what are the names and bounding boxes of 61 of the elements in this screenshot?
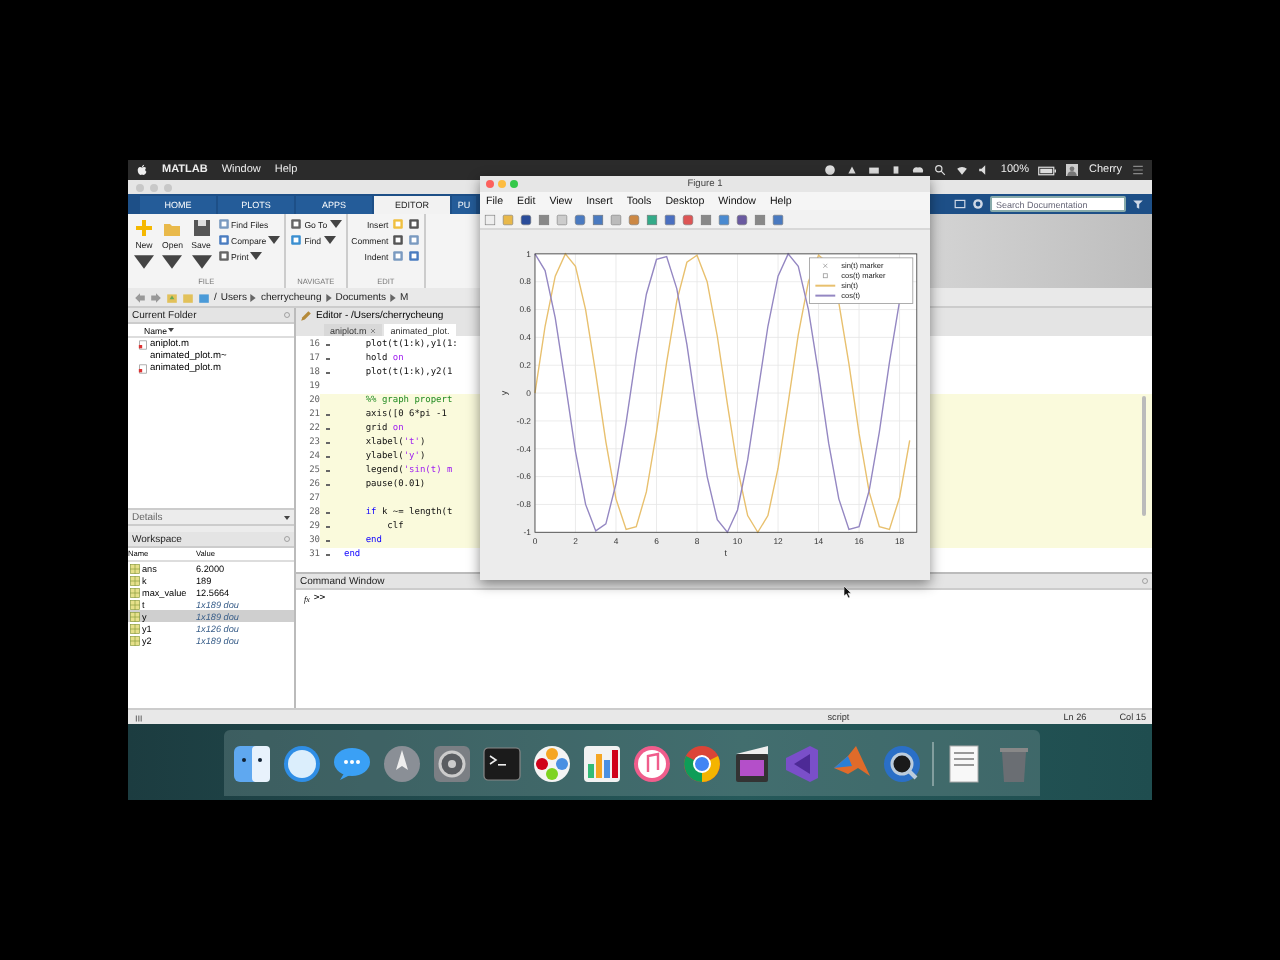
panel-menu-icon[interactable] — [284, 536, 290, 542]
toolbar-glyph-icon — [217, 234, 230, 246]
separator-icon — [325, 293, 332, 301]
document-icon[interactable] — [943, 743, 983, 783]
script-file-icon — [138, 339, 148, 349]
back-arrow-icon[interactable] — [134, 291, 146, 303]
browser-icon[interactable] — [681, 743, 721, 783]
panel-menu-icon[interactable] — [284, 312, 290, 318]
code-editor-icon[interactable] — [781, 743, 821, 783]
separator-icon — [390, 293, 397, 301]
toolbar-glyph-icon — [290, 218, 303, 230]
toolbar-glyph-icon — [392, 250, 405, 262]
panel-menu-icon[interactable] — [1142, 578, 1148, 584]
script-file-icon — [138, 363, 148, 373]
gear-icon[interactable] — [431, 743, 471, 783]
status-triangle-icon[interactable] — [846, 164, 859, 176]
speaker-icon[interactable] — [978, 164, 991, 176]
toolbar-glyph-icon — [392, 234, 405, 246]
help-icon[interactable] — [972, 198, 984, 210]
toolbar-glyph-icon — [217, 218, 230, 230]
music-note-icon[interactable] — [631, 743, 671, 783]
legend-box — [809, 257, 914, 304]
toolbar-glyph-icon — [290, 234, 303, 246]
forward-arrow-icon[interactable] — [150, 291, 162, 303]
toolbar-glyph-icon — [408, 234, 421, 246]
apple-logo-icon[interactable] — [136, 164, 148, 176]
battery-icon[interactable] — [1038, 165, 1057, 175]
caret-icon — [284, 515, 290, 519]
caret-icon — [168, 328, 175, 332]
square-marker-icon — [822, 273, 828, 279]
toolbar-glyph-icon — [408, 250, 421, 262]
user-icon[interactable] — [1066, 164, 1079, 176]
layout-icon[interactable] — [954, 198, 966, 210]
bars-icon[interactable] — [134, 711, 146, 723]
terminal-icon[interactable] — [481, 743, 521, 783]
wifi-icon[interactable] — [956, 164, 969, 176]
filter-icon[interactable] — [1132, 198, 1144, 210]
mouse-pointer-icon — [844, 586, 852, 598]
up-folder-icon[interactable] — [166, 291, 178, 303]
folder-icon — [162, 218, 183, 238]
toolbar-glyph-icon — [392, 218, 405, 230]
close-icon[interactable] — [370, 327, 377, 333]
x-marker-icon — [822, 263, 828, 269]
face-icon[interactable] — [231, 743, 271, 783]
toolbar-glyph-icon — [408, 218, 421, 230]
list-icon[interactable] — [1132, 164, 1144, 176]
clapperboard-icon[interactable] — [731, 743, 771, 783]
status-screen-icon[interactable] — [868, 164, 881, 176]
magnifier-icon[interactable] — [881, 743, 921, 783]
toolbar-glyph-icon — [217, 250, 230, 262]
plus-icon — [134, 218, 154, 238]
close-button[interactable] — [486, 180, 494, 188]
folder-icon — [198, 291, 210, 303]
cloud-icon[interactable] — [912, 164, 925, 176]
bar-chart-icon[interactable] — [581, 743, 621, 783]
flower-icon[interactable] — [531, 743, 571, 783]
zoom-button[interactable] — [510, 180, 518, 188]
chat-bubble-icon[interactable] — [331, 743, 371, 783]
separator-icon — [250, 293, 257, 301]
status-phone-icon[interactable] — [890, 164, 903, 176]
search-icon[interactable] — [934, 164, 947, 176]
